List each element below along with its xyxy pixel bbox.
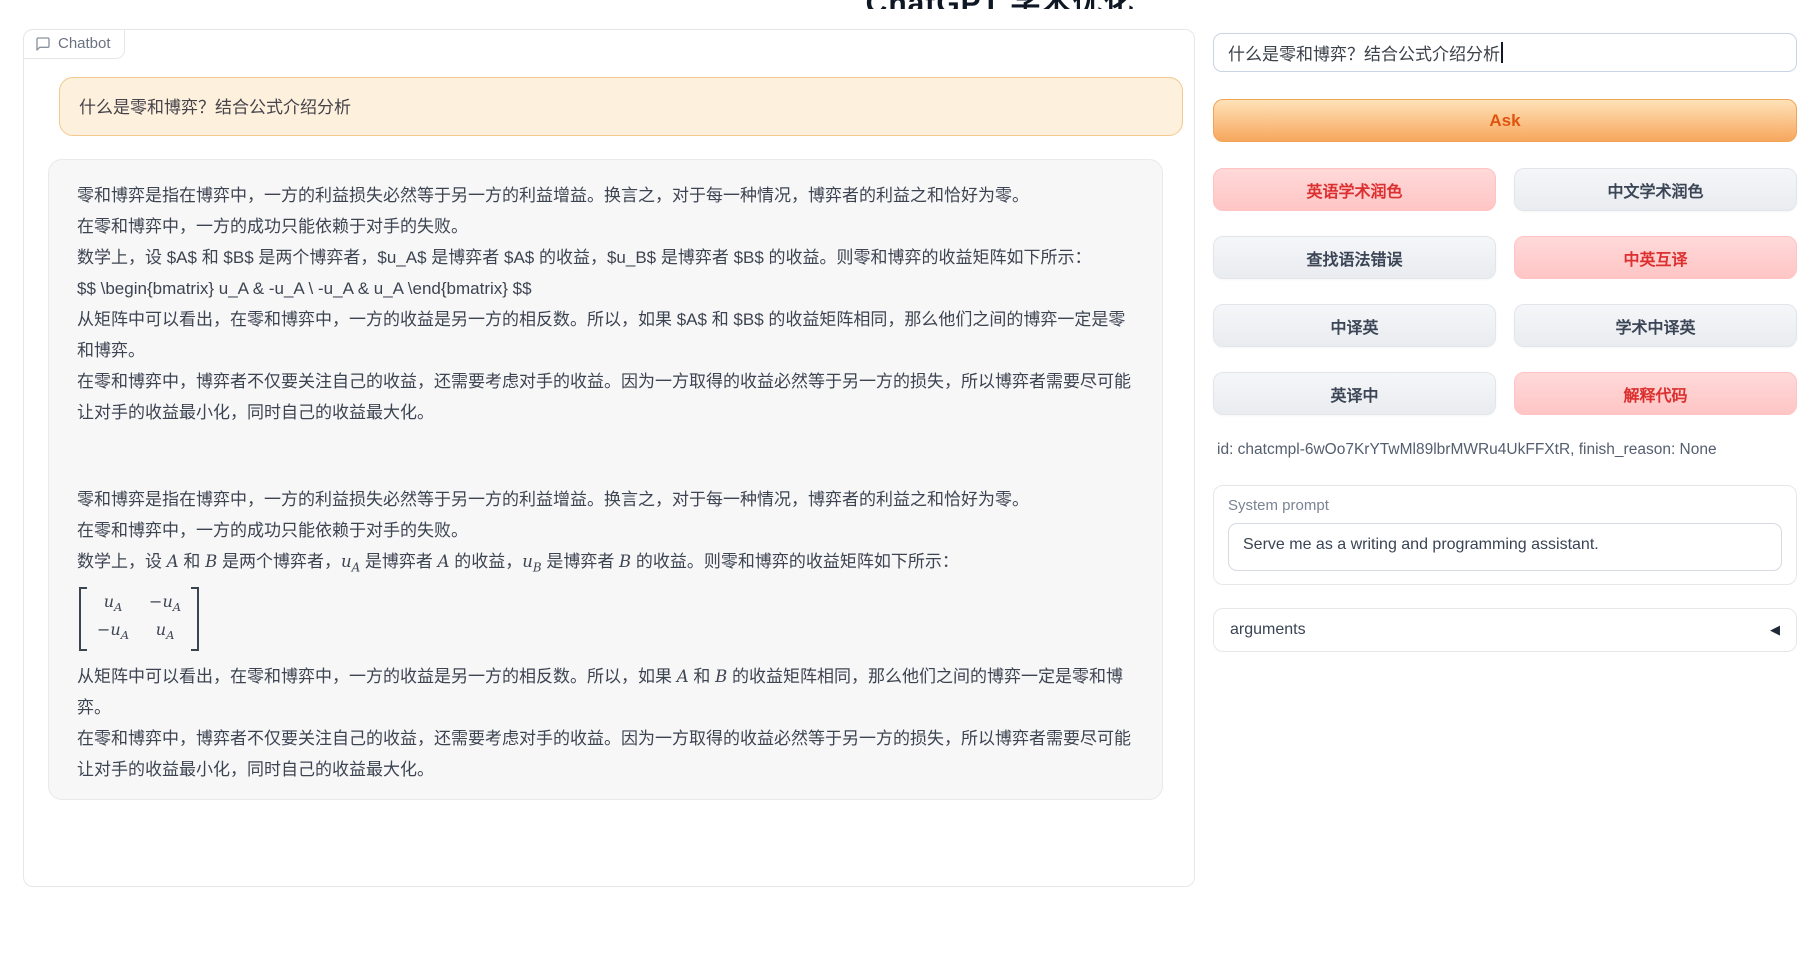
right-panel: 什么是零和博弈？结合公式介绍分析 Ask 英语学术润色中文学术润色查找语法错误中…	[1213, 0, 1797, 961]
bot-text-line: 在零和博弈中，博弈者不仅要关注自己的收益，还需要考虑对手的收益。因为一方取得的收…	[77, 723, 1134, 785]
matrix-cell: uA	[156, 619, 175, 646]
matrix-cell: −uA	[149, 591, 181, 618]
math-variable: A	[438, 552, 450, 571]
chatbot-label: Chatbot	[23, 29, 125, 59]
system-prompt-value: Serve me as a writing and programming as…	[1243, 536, 1599, 553]
matrix-cell: uA	[104, 591, 123, 618]
math-variable: A	[167, 552, 179, 571]
action-button-en-to-zh[interactable]: 英译中	[1213, 372, 1496, 415]
user-message-text: 什么是零和博弈？结合公式介绍分析	[79, 98, 351, 117]
matrix-left-bracket	[79, 587, 87, 650]
arguments-accordion-label: arguments	[1230, 621, 1306, 639]
math-variable: B	[619, 552, 631, 571]
user-message-bubble: 什么是零和博弈？结合公式介绍分析	[59, 77, 1183, 136]
bot-message-bubble: 零和博弈是指在博弈中，一方的利益损失必然等于另一方的利益增益。换言之，对于每一种…	[48, 159, 1163, 800]
quick-action-grid: 英语学术润色中文学术润色查找语法错误中英互译中译英学术中译英英译中解释代码	[1213, 168, 1797, 415]
matrix-right-bracket	[191, 587, 199, 650]
bot-text-line: 零和博弈是指在博弈中，一方的利益损失必然等于另一方的利益增益。换言之，对于每一种…	[77, 484, 1134, 515]
bot-text-line: 数学上，设 A 和 B 是两个博弈者，uA 是博弈者 A 的收益，uB 是博弈者…	[77, 546, 1134, 583]
bot-text-line: 在零和博弈中，一方的成功只能依赖于对手的失败。	[77, 515, 1134, 546]
math-variable: uB	[522, 552, 541, 571]
math-variable: A	[677, 667, 689, 686]
text-cursor	[1501, 42, 1503, 63]
system-prompt-input[interactable]: Serve me as a writing and programming as…	[1228, 523, 1782, 571]
matrix-cells: uA−uA−uAuA	[87, 587, 191, 650]
chatbot-label-text: Chatbot	[58, 35, 111, 52]
system-prompt-label: System prompt	[1228, 497, 1782, 514]
completion-status-line: id: chatcmpl-6wOo7KrYTwMl89lbrMWRu4UkFFX…	[1217, 441, 1717, 459]
question-input[interactable]: 什么是零和博弈？结合公式介绍分析	[1213, 33, 1797, 72]
system-prompt-card: System prompt Serve me as a writing and …	[1213, 485, 1797, 585]
math-variable: uA	[341, 552, 360, 571]
math-variable: B	[715, 667, 727, 686]
math-variable: B	[205, 552, 217, 571]
page-title: ChatGPT 学术优化	[850, 0, 1150, 9]
chatbot-panel: Chatbot 什么是零和博弈？结合公式介绍分析 零和博弈是指在博弈中，一方的利…	[23, 29, 1195, 887]
action-button-zh-to-en[interactable]: 中译英	[1213, 304, 1496, 347]
arguments-accordion-header[interactable]: arguments ◀	[1213, 608, 1797, 652]
bot-message-rendered-paragraph: 零和博弈是指在博弈中，一方的利益损失必然等于另一方的利益增益。换言之，对于每一种…	[77, 484, 1134, 785]
accordion-collapse-icon: ◀	[1770, 622, 1780, 638]
action-button-english-academic-polish[interactable]: 英语学术润色	[1213, 168, 1496, 211]
action-button-find-grammar-errors[interactable]: 查找语法错误	[1213, 236, 1496, 279]
payoff-matrix: uA−uA−uAuA	[79, 587, 199, 650]
action-button-zh-en-mutual-translate[interactable]: 中英互译	[1514, 236, 1797, 279]
chat-bubble-icon	[35, 36, 51, 52]
bot-text-line: 从矩阵中可以看出，在零和博弈中，一方的收益是另一方的相反数。所以，如果 A 和 …	[77, 661, 1134, 723]
ask-button[interactable]: Ask	[1213, 99, 1797, 142]
question-input-value: 什么是零和博弈？结合公式介绍分析	[1228, 40, 1500, 65]
action-button-chinese-academic-polish[interactable]: 中文学术润色	[1514, 168, 1797, 211]
matrix-cell: −uA	[97, 619, 129, 646]
action-button-explain-code[interactable]: 解释代码	[1514, 372, 1797, 415]
action-button-academic-zh-to-en[interactable]: 学术中译英	[1514, 304, 1797, 347]
bot-message-raw-paragraph: 零和博弈是指在博弈中，一方的利益损失必然等于另一方的利益增益。换言之，对于每一种…	[77, 180, 1134, 428]
